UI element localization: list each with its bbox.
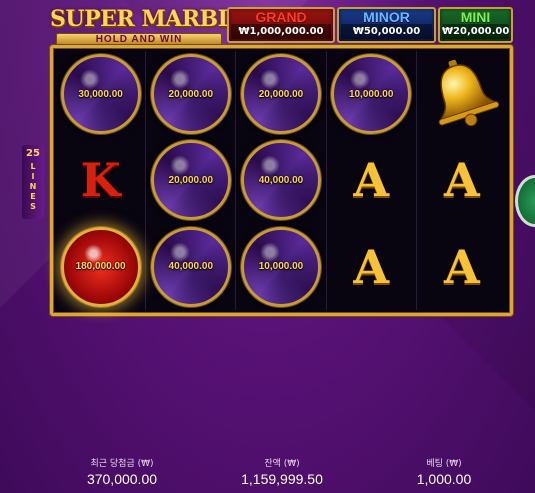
- purple-marble-symbol: 40,000.00: [150, 226, 231, 307]
- marble-prize-value: 20,000.00: [168, 88, 214, 100]
- jackpot-mini-value: ₩20,000.00: [442, 24, 510, 39]
- reel-cell: A: [417, 224, 507, 310]
- a-symbol: A: [353, 153, 390, 208]
- a-symbol: A: [444, 153, 480, 208]
- purple-marble-symbol: 20,000.00: [150, 54, 231, 135]
- red-marble-symbol: 180,000.00: [60, 226, 141, 307]
- jackpot-grand: GRAND ₩1,000,000.00: [227, 7, 335, 43]
- last-win-display: 최근 당첨금 (₩) 370,000.00: [70, 459, 174, 488]
- reel-cell: A: [327, 223, 417, 310]
- reel-grid: 30,000.00 20,000.00 20,000.00 10,000.00 K 20,…: [56, 51, 507, 310]
- marble-prize-value: 40,000.00: [168, 261, 214, 273]
- bell-icon: [438, 59, 500, 127]
- jackpot-mini-label: MINI: [460, 9, 491, 25]
- purple-marble-symbol: 40,000.00: [240, 140, 321, 221]
- purple-marble-symbol: 20,000.00: [150, 140, 231, 221]
- reel-cell: [417, 51, 507, 137]
- balance-label: 잔액 (₩): [264, 459, 300, 469]
- marble-prize-value: 40,000.00: [258, 174, 304, 186]
- marble-prize-value: 180,000.00: [75, 261, 126, 273]
- marble-prize-value: 10,000.00: [258, 261, 304, 273]
- marble-prize-value: 20,000.00: [168, 174, 214, 186]
- last-win-value: 370,000.00: [86, 471, 158, 487]
- marble-prize-value: 30,000.00: [78, 88, 123, 100]
- k-symbol: K: [80, 153, 121, 208]
- reel-frame: 30,000.00 20,000.00 20,000.00 10,000.00 K 20,…: [50, 45, 513, 316]
- reel-cell: 30,000.00: [56, 51, 147, 138]
- reel-cell: 40,000.00: [236, 137, 327, 224]
- purple-marble-symbol: 20,000.00: [240, 54, 321, 135]
- reel-cell: 20,000.00: [146, 51, 237, 138]
- marble-prize-value: 20,000.00: [258, 88, 304, 100]
- reel-cell: 20,000.00: [236, 51, 327, 138]
- marble-prize-value: 10,000.00: [348, 88, 394, 100]
- bell-symbol: [423, 53, 501, 135]
- a-symbol: A: [444, 239, 480, 294]
- reel-cell: 20,000.00: [146, 137, 237, 224]
- reel-cell: 40,000.00: [146, 223, 237, 310]
- game-screen: { "logo": { "title": "SUPER MARBLE", "su…: [0, 0, 535, 493]
- reel-cell: 180,000.00: [56, 223, 147, 310]
- jackpot-minor-label: MINOR: [363, 9, 410, 25]
- jackpot-grand-value: ₩1,000,000.00: [231, 24, 331, 39]
- jackpot-minor: MINOR ₩50,000.00: [337, 7, 436, 43]
- purple-marble-symbol: 30,000.00: [60, 54, 141, 135]
- reel-cell: A: [327, 137, 417, 224]
- logo-title: SUPER MARBLE: [50, 6, 249, 32]
- reel-cell: A: [417, 137, 507, 223]
- reel-cell: K: [56, 137, 147, 224]
- paylines-label: LINES: [29, 162, 37, 211]
- jackpot-grand-label: GRAND: [255, 9, 307, 25]
- game-logo: SUPER MARBLE HOLD AND WIN: [50, 5, 249, 47]
- paylines-count: 25: [26, 148, 40, 159]
- balance-value: 1,159,999.50: [241, 471, 323, 487]
- bet-label: 베팅 (₩): [426, 459, 462, 469]
- jackpot-minor-value: ₩50,000.00: [341, 24, 432, 39]
- reel-cell: 10,000.00: [236, 223, 327, 310]
- bet-value: 1,000.00: [416, 471, 472, 487]
- jackpot-mini: MINI ₩20,000.00: [438, 7, 513, 43]
- a-symbol: A: [353, 239, 390, 294]
- balance-display: 잔액 (₩) 1,159,999.50: [227, 459, 337, 488]
- bet-display[interactable]: 베팅 (₩) 1,000.00: [394, 459, 494, 488]
- purple-marble-symbol: 10,000.00: [240, 226, 321, 307]
- purple-marble-symbol: 10,000.00: [331, 54, 412, 135]
- side-menu-button[interactable]: [515, 175, 535, 227]
- paylines-indicator: 25 LINES: [22, 145, 44, 219]
- reel-cell: 10,000.00: [327, 51, 417, 138]
- last-win-label: 최근 당첨금 (₩): [90, 459, 154, 469]
